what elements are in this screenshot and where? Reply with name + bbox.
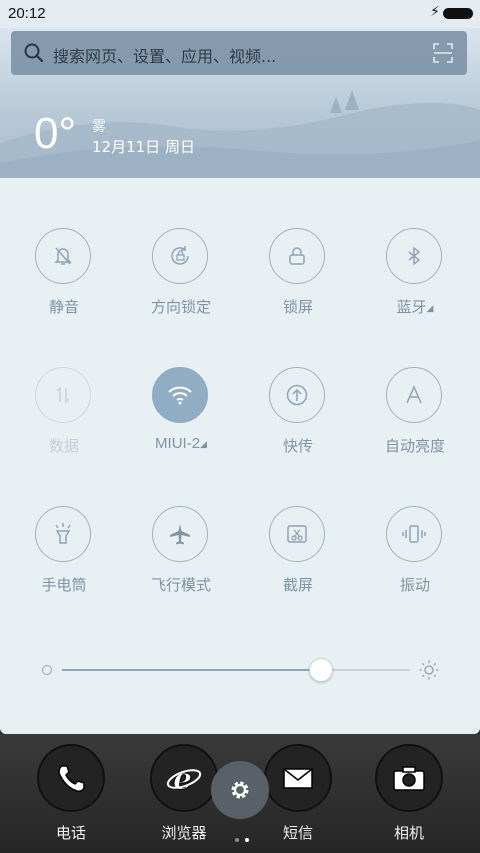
page-dot bbox=[245, 838, 249, 842]
rotation-lock-icon bbox=[152, 228, 208, 284]
screenshot-icon bbox=[269, 506, 325, 562]
airplane-icon bbox=[152, 506, 208, 562]
toggle-rotation-lock[interactable]: 方向锁定 bbox=[131, 228, 231, 338]
phone-icon bbox=[37, 744, 105, 812]
toggle-lock-screen[interactable]: 锁屏 bbox=[248, 228, 348, 338]
toggle-label: 截屏 bbox=[282, 576, 313, 594]
toggle-auto-brightness[interactable]: 自动亮度 bbox=[365, 367, 465, 477]
quick-transfer-icon bbox=[269, 367, 325, 423]
toggle-airplane-mode[interactable]: 飞行模式 bbox=[131, 506, 231, 616]
toggle-label: 方向锁定 bbox=[150, 298, 211, 316]
toggle-label: 快传 bbox=[282, 437, 313, 455]
app-phone[interactable]: 电话 bbox=[21, 744, 121, 843]
search-placeholder: 搜索网页、设置、应用、视频... bbox=[53, 47, 277, 66]
camera-icon bbox=[375, 744, 443, 812]
toggle-vibrate[interactable]: 振动 bbox=[365, 506, 465, 616]
gear-icon bbox=[231, 781, 249, 799]
weather-condition: 雾 bbox=[92, 119, 106, 135]
app-name: 短信 bbox=[282, 824, 313, 842]
slider-thumb[interactable] bbox=[308, 658, 333, 682]
charging-icon: ⚡ bbox=[430, 4, 440, 20]
toggle-label: 静音 bbox=[48, 298, 79, 316]
notification-header: 搜索网页、设置、应用、视频... 0° 雾 12月11日 周日 bbox=[0, 28, 480, 178]
battery-icon bbox=[443, 8, 473, 19]
slider-fill bbox=[62, 669, 320, 671]
vibrate-icon bbox=[386, 506, 442, 562]
toggle-silent[interactable]: 静音 bbox=[14, 228, 114, 338]
page-dot bbox=[235, 838, 239, 842]
silent-bell-icon bbox=[35, 228, 91, 284]
more-indicator-icon: ◢ bbox=[426, 304, 434, 314]
toggle-label: MIUI-2◢ bbox=[155, 435, 207, 452]
weather-temperature[interactable]: 0° bbox=[34, 112, 76, 156]
page-indicator bbox=[232, 827, 252, 846]
toggle-flashlight[interactable]: 手电筒 bbox=[14, 506, 114, 616]
status-bar: 20:12 ⚡ bbox=[0, 0, 480, 28]
app-name: 相机 bbox=[393, 824, 424, 842]
quick-settings-panel: 静音 方向锁定 锁屏 蓝牙◢ 数据 MIUI-2◢ 快传 自动亮度 手电筒 飞行… bbox=[0, 178, 480, 734]
message-icon bbox=[264, 744, 332, 812]
toggle-label: 蓝牙◢ bbox=[396, 298, 434, 316]
toggle-label: 手电筒 bbox=[41, 576, 87, 594]
browser-icon: e bbox=[150, 744, 218, 812]
toggle-label: 数据 bbox=[48, 437, 79, 455]
svg-text:e: e bbox=[173, 762, 192, 797]
brightness-high-icon bbox=[419, 660, 439, 680]
brightness-low-icon bbox=[42, 665, 52, 675]
lock-icon bbox=[269, 228, 325, 284]
brightness-slider[interactable] bbox=[38, 656, 448, 686]
toggle-quick-transfer[interactable]: 快传 bbox=[248, 367, 348, 477]
home-dock: 电话 e 浏览器 短信 相机 bbox=[0, 734, 480, 853]
toggle-label: 振动 bbox=[399, 576, 430, 594]
toggle-wifi[interactable]: MIUI-2◢ bbox=[131, 367, 231, 477]
status-time: 20:12 bbox=[8, 5, 46, 22]
auto-brightness-icon bbox=[386, 367, 442, 423]
search-icon bbox=[24, 43, 44, 63]
settings-button[interactable] bbox=[211, 761, 269, 819]
app-name: 浏览器 bbox=[161, 824, 207, 842]
app-name: 电话 bbox=[55, 824, 86, 842]
scan-icon[interactable] bbox=[433, 43, 453, 63]
app-camera[interactable]: 相机 bbox=[359, 744, 459, 843]
toggle-label: 飞行模式 bbox=[150, 576, 211, 594]
mobile-data-icon bbox=[35, 367, 91, 423]
weather-date: 12月11日 周日 bbox=[92, 138, 195, 156]
toggle-mobile-data[interactable]: 数据 bbox=[14, 367, 114, 477]
toggle-label: 自动亮度 bbox=[384, 437, 445, 455]
toggle-label: 锁屏 bbox=[282, 298, 313, 316]
search-bar[interactable]: 搜索网页、设置、应用、视频... bbox=[11, 31, 467, 75]
toggle-screenshot[interactable]: 截屏 bbox=[248, 506, 348, 616]
bluetooth-icon bbox=[386, 228, 442, 284]
more-indicator-icon: ◢ bbox=[200, 439, 207, 449]
wifi-icon bbox=[152, 367, 208, 423]
flashlight-icon bbox=[35, 506, 91, 562]
toggle-bluetooth[interactable]: 蓝牙◢ bbox=[365, 228, 465, 338]
